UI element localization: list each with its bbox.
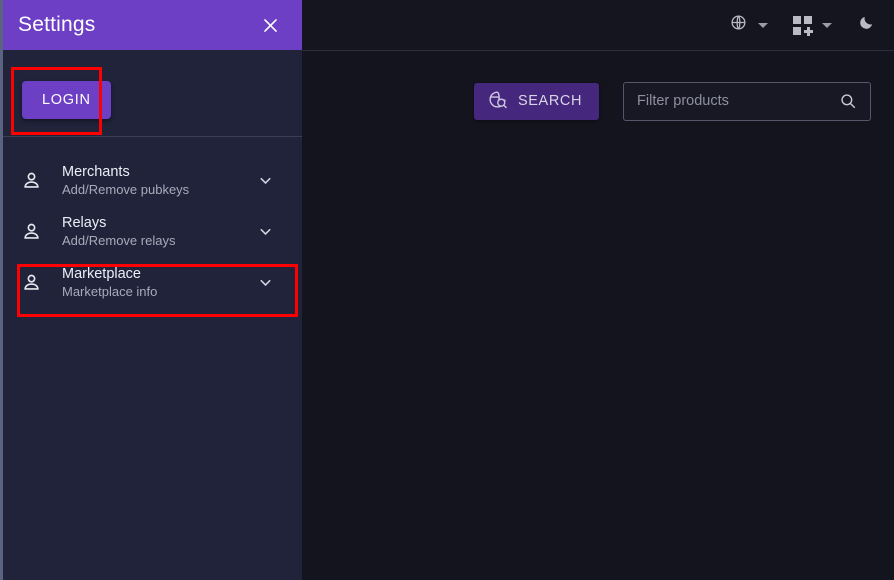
sidebar-item-subtitle: Marketplace info: [62, 284, 250, 300]
sidebar-item-label: Relays: [62, 215, 250, 232]
drawer-header: Settings: [0, 0, 302, 50]
grid-plus-icon: [793, 16, 812, 35]
chevron-down-icon: [758, 23, 768, 28]
search-button[interactable]: SEARCH: [474, 83, 599, 120]
chevron-down-icon: [822, 23, 832, 28]
top-toolbar: [302, 0, 894, 51]
settings-menu: Merchants Add/Remove pubkeys: [0, 155, 302, 308]
login-button[interactable]: LOGIN: [22, 81, 111, 119]
sidebar-item-label: Merchants: [62, 164, 250, 181]
search-bar-row: SEARCH: [302, 51, 894, 151]
sidebar-item-label: Marketplace: [62, 266, 250, 283]
sidebar-item-merchants[interactable]: Merchants Add/Remove pubkeys: [0, 155, 302, 206]
sidebar-item-text: Relays Add/Remove relays: [62, 215, 250, 249]
sidebar-item-marketplace[interactable]: Marketplace Marketplace info: [0, 257, 302, 308]
main-content-area: SEARCH: [302, 0, 894, 580]
globe-search-icon: [487, 89, 508, 114]
theme-toggle-button[interactable]: [852, 11, 880, 39]
language-button[interactable]: [724, 11, 752, 39]
sidebar-item-relays[interactable]: Relays Add/Remove relays: [0, 206, 302, 257]
apps-button[interactable]: [788, 11, 816, 39]
person-icon: [0, 221, 62, 242]
drawer-edge-handle[interactable]: [0, 0, 3, 580]
apps-dropdown-caret[interactable]: [816, 11, 838, 39]
toolbar-actions: [724, 0, 880, 50]
search-input[interactable]: [624, 83, 839, 120]
close-button[interactable]: [257, 12, 283, 38]
person-icon: [0, 272, 62, 293]
sidebar-item-text: Merchants Add/Remove pubkeys: [62, 164, 250, 198]
globe-icon: [730, 14, 747, 36]
chevron-down-icon[interactable]: [250, 172, 280, 189]
sidebar-item-subtitle: Add/Remove relays: [62, 233, 250, 249]
chevron-down-icon[interactable]: [250, 274, 280, 291]
language-dropdown-caret[interactable]: [752, 11, 774, 39]
person-icon: [0, 170, 62, 191]
moon-icon: [858, 14, 875, 36]
chevron-down-icon[interactable]: [250, 223, 280, 240]
page-title: Settings: [18, 13, 95, 37]
login-section: LOGIN: [0, 50, 302, 137]
filter-products-field[interactable]: [623, 82, 871, 121]
search-icon[interactable]: [839, 92, 857, 110]
app-window: SEARCH Settings: [0, 0, 894, 580]
search-button-label: SEARCH: [518, 93, 582, 109]
settings-drawer: Settings LOGIN Merchants A: [0, 0, 302, 580]
sidebar-item-text: Marketplace Marketplace info: [62, 266, 250, 300]
sidebar-item-subtitle: Add/Remove pubkeys: [62, 182, 250, 198]
